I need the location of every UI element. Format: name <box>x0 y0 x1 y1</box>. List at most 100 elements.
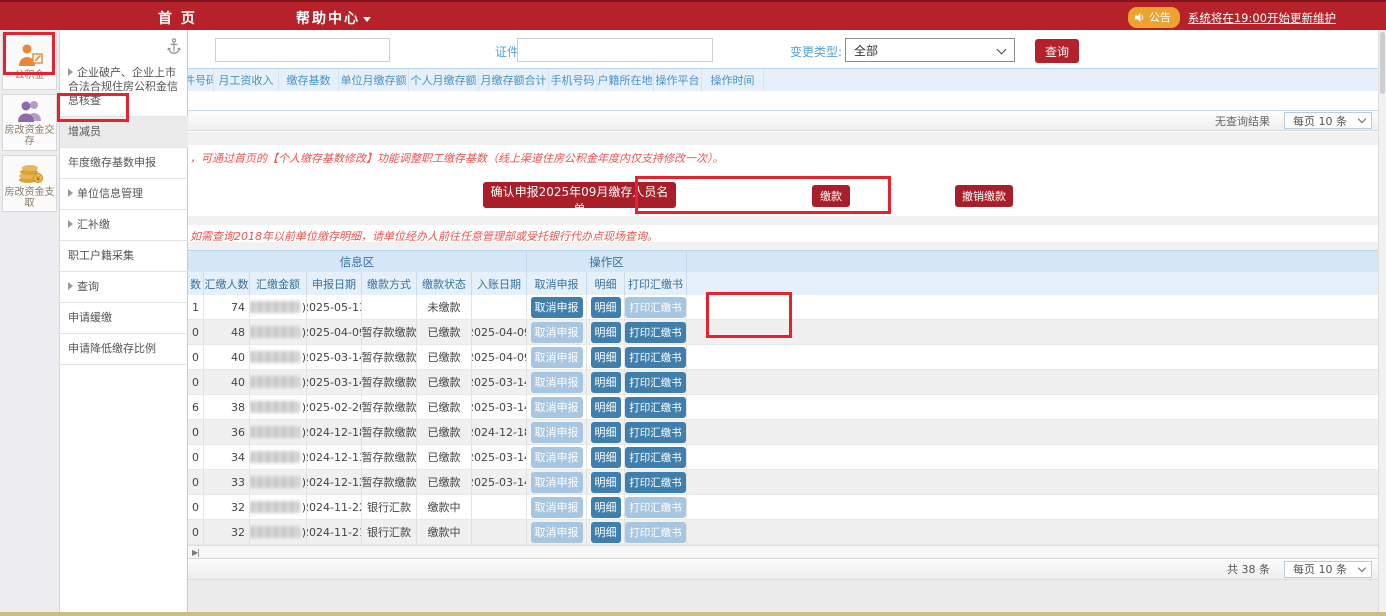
table-cell-filler <box>687 495 1378 519</box>
detail-button[interactable]: 明细 <box>591 522 621 543</box>
table-row: 174)2025-05-13未缴款取消申报明细打印汇缴书 <box>188 295 1378 320</box>
menu-item[interactable]: 查询 <box>60 272 188 303</box>
menu-item[interactable]: 汇补缴 <box>60 210 188 241</box>
print-remittance-button[interactable]: 打印汇缴书 <box>625 347 686 368</box>
table-cell: ) <box>250 470 307 494</box>
sidebar-item-gongjijin[interactable]: 公积金 <box>2 33 57 90</box>
table-cell: 0 <box>188 345 204 369</box>
app-window: 首 页 帮助中心 公告 系统将在19:00开始更新维护 公积金 <box>0 0 1386 616</box>
table-cell: 0 <box>188 495 204 519</box>
page-size-select[interactable]: 每页 10 条 <box>1284 561 1372 578</box>
nav-home[interactable]: 首 页 <box>158 8 197 28</box>
detail-button[interactable]: 明细 <box>591 422 621 443</box>
menu-panel: 企业破产、企业上市合法合规住房公积金信息核查增减员年度缴存基数申报单位信息管理汇… <box>60 30 188 616</box>
detail-button[interactable]: 明细 <box>591 297 621 318</box>
print-remittance-button[interactable]: 打印汇缴书 <box>625 322 686 343</box>
column-header: 操作时间 <box>702 69 764 91</box>
detail-button[interactable]: 明细 <box>591 447 621 468</box>
change-type-label: 变更类型: <box>790 43 842 60</box>
pay-button[interactable]: 缴款 <box>812 185 850 207</box>
icon-sidebar: 公积金 房改资金交存 ¥ 房改资金支取 <box>0 30 60 616</box>
menu-item[interactable]: 申请缓缴 <box>60 303 188 334</box>
table-cell: 明细 <box>587 420 625 444</box>
cancel-declare-button[interactable]: 取消申报 <box>531 297 583 318</box>
table-row: 033)2024-12-12暂存款缴款已缴款2025-03-14取消申报明细打印… <box>188 470 1378 495</box>
menu-item[interactable]: 申请降低缴存比例 <box>60 334 188 365</box>
table-cell: 取消申报 <box>527 420 587 444</box>
table-cell: 打印汇缴书 <box>625 470 687 494</box>
table-cell: 明细 <box>587 295 625 319</box>
table-cell: 明细 <box>587 345 625 369</box>
column-header: 缴款状态 <box>417 272 472 295</box>
chevron-down-icon <box>1358 563 1366 571</box>
chevron-down-icon <box>363 17 371 22</box>
cert-number-input[interactable] <box>517 38 713 62</box>
chevron-down-icon <box>1358 115 1366 123</box>
nav-help-center[interactable]: 帮助中心 <box>296 8 371 28</box>
detail-button[interactable]: 明细 <box>591 372 621 393</box>
maintenance-notice-link[interactable]: 系统将在19:00开始更新维护 <box>1188 10 1336 26</box>
column-header: 明细 <box>587 272 625 295</box>
employee-table-header: 件号码月工资收入缴存基数单位月缴存额个人月缴存额月缴存额合计手机号码户籍所在地操… <box>188 68 1378 91</box>
revoke-pay-button[interactable]: 撤销缴款 <box>955 185 1013 207</box>
redacted-amount <box>250 476 300 488</box>
table-cell: 2025-03-14 <box>307 345 362 369</box>
total-count-text: 共 38 条 <box>1227 561 1270 577</box>
menu-item-label: 单位信息管理 <box>77 187 143 200</box>
horizontal-scrollbar[interactable]: ▶| <box>188 545 1378 558</box>
print-remittance-button[interactable]: 打印汇缴书 <box>625 422 686 443</box>
arrow-right-icon <box>68 68 73 76</box>
table-row: 034)2024-12-13暂存款缴款已缴款2025-03-14取消申报明细打印… <box>188 445 1378 470</box>
menu-item[interactable]: 年度缴存基数申报 <box>60 148 188 179</box>
search-input[interactable] <box>215 38 390 62</box>
detail-button[interactable]: 明细 <box>591 472 621 493</box>
remittance-table-column-header: 数汇缴人数汇缴金额申报日期缴款方式缴款状态入账日期取消申报明细打印汇缴书 <box>188 272 1378 295</box>
print-remittance-button[interactable]: 打印汇缴书 <box>625 472 686 493</box>
vertical-scrollbar[interactable] <box>1378 30 1386 616</box>
table-cell: 48 <box>204 320 250 344</box>
query-button[interactable]: 查询 <box>1035 39 1079 63</box>
table-cell: 0 <box>188 470 204 494</box>
scrollbar-thumb[interactable] <box>1380 32 1385 94</box>
page-size-select[interactable]: 每页 10 条 <box>1284 112 1372 129</box>
column-header: 打印汇缴书 <box>625 272 687 295</box>
scroll-end-icon[interactable]: ▶| <box>192 548 199 557</box>
remittance-table-group-header: 信息区 操作区 <box>188 250 1378 272</box>
confirm-declare-button[interactable]: 确认申报2025年09月缴存人员名单 <box>483 182 676 208</box>
table-cell-filler <box>687 370 1378 394</box>
menu-item-label: 申请缓缴 <box>68 311 112 324</box>
announcement-badge-label: 公告 <box>1149 9 1171 25</box>
group-header-ops: 操作区 <box>527 251 687 272</box>
detail-button[interactable]: 明细 <box>591 397 621 418</box>
print-remittance-button[interactable]: 打印汇缴书 <box>625 372 686 393</box>
detail-button[interactable]: 明细 <box>591 497 621 518</box>
menu-item[interactable]: 企业破产、企业上市合法合规住房公积金信息核查 <box>60 58 188 117</box>
table-cell-filler <box>687 445 1378 469</box>
table-cell: 打印汇缴书 <box>625 420 687 444</box>
table-cell-filler <box>687 345 1378 369</box>
table-cell: 40 <box>204 345 250 369</box>
menu-item-label: 增减员 <box>68 125 101 138</box>
sidebar-item-fanggai-jiaocun[interactable]: 房改资金交存 <box>2 94 57 151</box>
detail-button[interactable]: 明细 <box>591 322 621 343</box>
table-row: 032)2024-11-22银行汇款缴款中取消申报明细打印汇缴书 <box>188 495 1378 520</box>
change-type-select[interactable]: 全部 <box>845 38 1015 62</box>
detail-button[interactable]: 明细 <box>591 347 621 368</box>
table-cell: 1 <box>188 295 204 319</box>
sidebar-item-fanggai-zhiqu[interactable]: ¥ 房改资金支取 <box>2 155 57 212</box>
table-cell: 2025-03-14 <box>472 470 527 494</box>
table-cell: 2025-03-14 <box>472 445 527 469</box>
anchor-icon[interactable] <box>167 38 181 58</box>
menu-item[interactable]: 增减员 <box>60 117 188 148</box>
table-cell: 已缴款 <box>417 470 472 494</box>
coins-icon: ¥ <box>16 159 44 185</box>
table-cell: 38 <box>204 395 250 419</box>
arrow-right-icon <box>68 282 73 290</box>
menu-item[interactable]: 单位信息管理 <box>60 179 188 210</box>
menu-item[interactable]: 职工户籍采集 <box>60 241 188 272</box>
table-cell: ) <box>250 320 307 344</box>
print-remittance-button[interactable]: 打印汇缴书 <box>625 397 686 418</box>
cancel-declare-button: 取消申报 <box>531 322 583 343</box>
divider-band <box>188 132 1378 145</box>
print-remittance-button[interactable]: 打印汇缴书 <box>625 447 686 468</box>
